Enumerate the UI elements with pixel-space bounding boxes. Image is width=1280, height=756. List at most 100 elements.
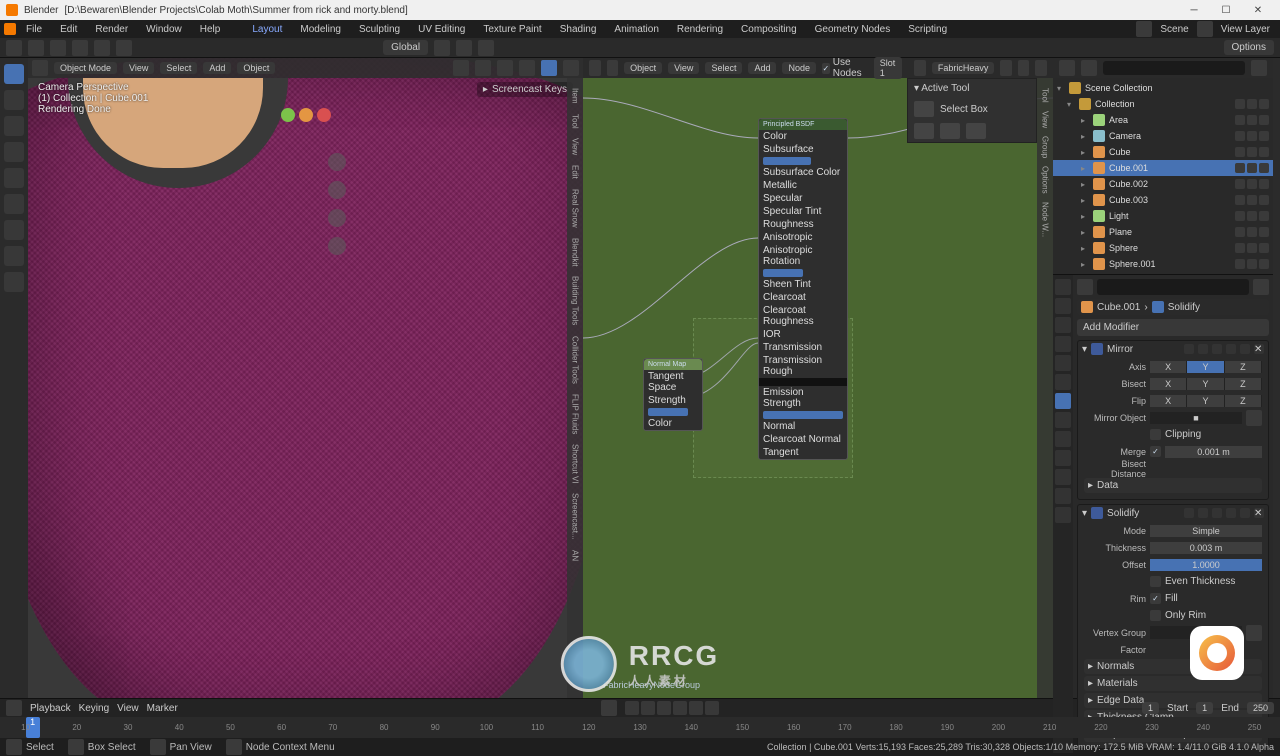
texture-tab-icon[interactable] (1055, 507, 1071, 523)
node-socket[interactable]: Emission Strength (759, 386, 847, 410)
mod-close-icon[interactable]: ✕ (1254, 508, 1264, 518)
normal-map-node[interactable]: Normal Map Tangent Space Strength Color (643, 358, 703, 431)
measure-tool[interactable] (4, 246, 24, 266)
node-socket[interactable]: Roughness (759, 218, 847, 231)
outliner-row[interactable]: ▸Cube.002 (1053, 176, 1273, 192)
mod-menu-icon[interactable] (1240, 344, 1250, 354)
sel-mode-icon[interactable] (72, 40, 88, 56)
vp-menu-add[interactable]: Add (203, 62, 231, 74)
npanel-tab[interactable]: AN (571, 546, 580, 565)
node-socket[interactable]: Specular (759, 192, 847, 205)
overlay-icon[interactable] (453, 60, 469, 76)
menu-file[interactable]: File (18, 22, 50, 37)
annotate-tool[interactable] (4, 220, 24, 240)
node-socket[interactable]: Anisotropic (759, 231, 847, 244)
mod-toggle-icon[interactable] (1184, 508, 1194, 518)
options-dropdown[interactable]: Options (1224, 40, 1274, 55)
axis-x-button[interactable]: X (1150, 361, 1187, 373)
next-key-icon[interactable] (689, 701, 703, 715)
outliner-row[interactable]: ▸Plane (1053, 224, 1273, 240)
ne-tab[interactable]: Group (1041, 132, 1050, 162)
node-socket[interactable]: Sheen Tint (759, 278, 847, 291)
ne-menu-node[interactable]: Node (782, 62, 816, 74)
constraint-tab-icon[interactable] (1055, 450, 1071, 466)
node-socket[interactable]: Clearcoat (759, 291, 847, 304)
npanel-tab[interactable]: Building Tools (571, 272, 580, 329)
mode-dropdown[interactable]: Simple (1150, 525, 1262, 537)
workspace-tab[interactable]: Sculpting (351, 22, 408, 37)
invert-icon[interactable] (1246, 625, 1262, 641)
sel-mode-icon[interactable] (94, 40, 110, 56)
node-socket[interactable]: Subsurface Color (759, 166, 847, 179)
sel-mode-icon[interactable] (50, 40, 66, 56)
shader-type-icon[interactable] (607, 60, 619, 76)
node-socket[interactable]: Tangent (759, 446, 847, 459)
outliner-row[interactable]: ▸Camera (1053, 128, 1273, 144)
jump-start-icon[interactable] (625, 701, 639, 715)
select-box-tool[interactable] (4, 64, 24, 84)
tl-keying[interactable]: Keying (79, 703, 110, 714)
npanel-tab[interactable]: Edit (571, 161, 580, 183)
mod-toggle-icon[interactable] (1198, 344, 1208, 354)
timeline-type-icon[interactable] (6, 700, 22, 716)
axis-y-button[interactable]: Y (1187, 361, 1224, 373)
tl-playback[interactable]: Playback (30, 703, 71, 714)
npanel-tab[interactable]: Tool (571, 110, 580, 133)
cursor-tool[interactable] (4, 90, 24, 110)
rotate-tool[interactable] (4, 142, 24, 162)
editor-type-icon[interactable] (589, 60, 601, 76)
eyedropper-icon[interactable] (1246, 410, 1262, 426)
mod-toggle-icon[interactable] (1198, 508, 1208, 518)
node-socket[interactable]: Clearcoat Roughness (759, 304, 847, 328)
data-subpanel[interactable]: ▸Data (1084, 478, 1262, 493)
tl-marker[interactable]: Marker (147, 703, 178, 714)
workspace-tab[interactable]: Scripting (900, 22, 955, 37)
npanel-tab[interactable]: Item (571, 84, 580, 108)
node-socket[interactable]: Clearcoat Normal (759, 433, 847, 446)
merge-field[interactable]: 0.001 m (1165, 446, 1262, 458)
material-tab-icon[interactable] (1055, 488, 1071, 504)
modifier-title[interactable]: Solidify (1107, 508, 1139, 519)
tool-preset-icon[interactable] (940, 123, 960, 139)
npanel-tab[interactable]: Screencast... (571, 489, 580, 544)
data-tab-icon[interactable] (1055, 469, 1071, 485)
menu-window[interactable]: Window (138, 22, 190, 37)
node-socket[interactable]: Anisotropic Rotation (759, 244, 847, 268)
timeline-track[interactable]: 1 10203040506070809010011012013014015016… (0, 717, 1280, 738)
editor-type-icon[interactable] (6, 40, 22, 56)
autokey-icon[interactable] (601, 700, 617, 716)
mod-toggle-icon[interactable] (1212, 344, 1222, 354)
viewlayer-tab-icon[interactable] (1055, 317, 1071, 333)
npanel-tab[interactable]: Shortcut VI (571, 440, 580, 488)
workspace-tab[interactable]: Compositing (733, 22, 805, 37)
display-mode-icon[interactable] (1081, 60, 1097, 76)
outliner-row[interactable]: ▸Sphere.001 (1053, 256, 1273, 272)
scene-field[interactable]: Scene (1160, 24, 1188, 35)
npanel-tab[interactable]: View (571, 134, 580, 159)
mirror-object-field[interactable]: ■ (1150, 412, 1242, 424)
orientation-dropdown[interactable]: Global (383, 40, 428, 55)
pause-icon[interactable] (563, 60, 579, 76)
sel-mode-icon[interactable] (116, 40, 132, 56)
modifier-title[interactable]: Mirror (1107, 344, 1133, 355)
ne-menu-select[interactable]: Select (705, 62, 742, 74)
thickness-field[interactable]: 0.003 m (1150, 542, 1262, 554)
fill-checkbox[interactable] (1150, 593, 1161, 604)
options-icon[interactable] (1253, 279, 1269, 295)
axis-gizmo[interactable] (281, 108, 331, 122)
add-modifier-button[interactable]: Add Modifier (1077, 319, 1269, 336)
view-layer-field[interactable]: View Layer (1221, 24, 1270, 35)
render-tab-icon[interactable] (1055, 279, 1071, 295)
current-frame-field[interactable]: 1 (1142, 702, 1159, 714)
particle-tab-icon[interactable] (1055, 412, 1071, 428)
shading-matprev-icon[interactable] (519, 60, 535, 76)
zoom-icon[interactable] (328, 153, 346, 171)
workspace-tab[interactable]: Shading (552, 22, 605, 37)
scene-tab-icon[interactable] (1055, 336, 1071, 352)
material-name[interactable]: FabricHeavy (932, 62, 995, 74)
outliner-type-icon[interactable] (1059, 60, 1075, 76)
node-header[interactable]: Principled BSDF (759, 119, 847, 130)
slot-dropdown[interactable]: Slot 1 (874, 57, 903, 79)
workspace-tab[interactable]: Animation (606, 22, 666, 37)
node-socket[interactable]: Transmission Rough (759, 354, 847, 378)
